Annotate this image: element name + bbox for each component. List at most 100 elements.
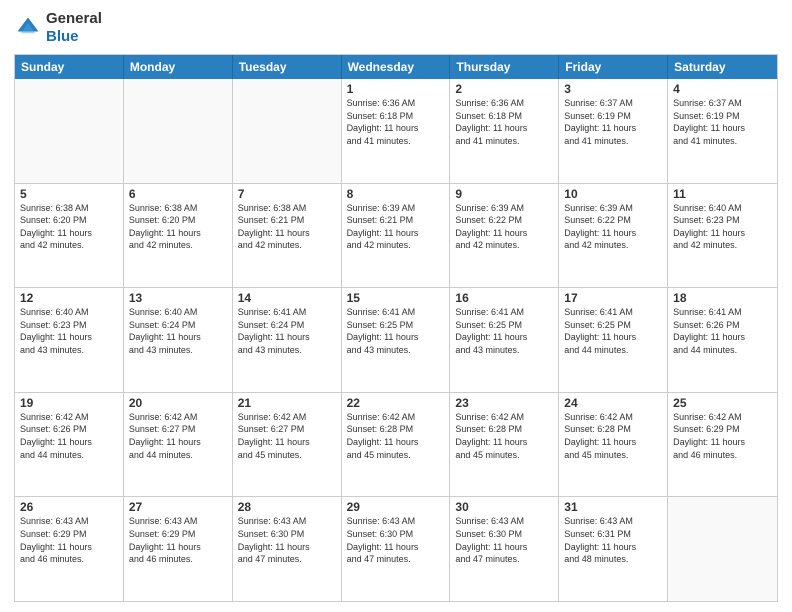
- day-cell-24: 24Sunrise: 6:42 AM Sunset: 6:28 PM Dayli…: [559, 393, 668, 497]
- day-number: 26: [20, 500, 118, 514]
- day-cell-29: 29Sunrise: 6:43 AM Sunset: 6:30 PM Dayli…: [342, 497, 451, 601]
- day-number: 24: [564, 396, 662, 410]
- day-info: Sunrise: 6:42 AM Sunset: 6:26 PM Dayligh…: [20, 411, 118, 461]
- day-number: 19: [20, 396, 118, 410]
- day-info: Sunrise: 6:43 AM Sunset: 6:29 PM Dayligh…: [20, 515, 118, 565]
- header: General Blue: [14, 10, 778, 46]
- page: General Blue SundayMondayTuesdayWednesda…: [0, 0, 792, 612]
- empty-cell: [668, 497, 777, 601]
- day-number: 5: [20, 187, 118, 201]
- day-number: 1: [347, 82, 445, 96]
- header-day-monday: Monday: [124, 55, 233, 79]
- day-number: 31: [564, 500, 662, 514]
- day-number: 14: [238, 291, 336, 305]
- calendar-row-0: 1Sunrise: 6:36 AM Sunset: 6:18 PM Daylig…: [15, 79, 777, 183]
- day-number: 6: [129, 187, 227, 201]
- day-cell-12: 12Sunrise: 6:40 AM Sunset: 6:23 PM Dayli…: [15, 288, 124, 392]
- day-info: Sunrise: 6:42 AM Sunset: 6:29 PM Dayligh…: [673, 411, 772, 461]
- day-info: Sunrise: 6:43 AM Sunset: 6:30 PM Dayligh…: [238, 515, 336, 565]
- calendar-body: 1Sunrise: 6:36 AM Sunset: 6:18 PM Daylig…: [15, 79, 777, 601]
- day-cell-25: 25Sunrise: 6:42 AM Sunset: 6:29 PM Dayli…: [668, 393, 777, 497]
- header-day-wednesday: Wednesday: [342, 55, 451, 79]
- day-number: 30: [455, 500, 553, 514]
- day-cell-30: 30Sunrise: 6:43 AM Sunset: 6:30 PM Dayli…: [450, 497, 559, 601]
- day-cell-13: 13Sunrise: 6:40 AM Sunset: 6:24 PM Dayli…: [124, 288, 233, 392]
- day-info: Sunrise: 6:37 AM Sunset: 6:19 PM Dayligh…: [564, 97, 662, 147]
- calendar-header: SundayMondayTuesdayWednesdayThursdayFrid…: [15, 55, 777, 79]
- day-info: Sunrise: 6:36 AM Sunset: 6:18 PM Dayligh…: [455, 97, 553, 147]
- day-number: 28: [238, 500, 336, 514]
- header-day-saturday: Saturday: [668, 55, 777, 79]
- day-cell-17: 17Sunrise: 6:41 AM Sunset: 6:25 PM Dayli…: [559, 288, 668, 392]
- empty-cell: [233, 79, 342, 183]
- day-cell-19: 19Sunrise: 6:42 AM Sunset: 6:26 PM Dayli…: [15, 393, 124, 497]
- logo-text: General Blue: [46, 10, 102, 46]
- day-cell-4: 4Sunrise: 6:37 AM Sunset: 6:19 PM Daylig…: [668, 79, 777, 183]
- day-info: Sunrise: 6:41 AM Sunset: 6:25 PM Dayligh…: [455, 306, 553, 356]
- day-cell-10: 10Sunrise: 6:39 AM Sunset: 6:22 PM Dayli…: [559, 184, 668, 288]
- day-number: 11: [673, 187, 772, 201]
- day-number: 22: [347, 396, 445, 410]
- day-cell-16: 16Sunrise: 6:41 AM Sunset: 6:25 PM Dayli…: [450, 288, 559, 392]
- day-info: Sunrise: 6:39 AM Sunset: 6:22 PM Dayligh…: [455, 202, 553, 252]
- day-cell-21: 21Sunrise: 6:42 AM Sunset: 6:27 PM Dayli…: [233, 393, 342, 497]
- day-number: 9: [455, 187, 553, 201]
- day-info: Sunrise: 6:42 AM Sunset: 6:28 PM Dayligh…: [455, 411, 553, 461]
- day-cell-6: 6Sunrise: 6:38 AM Sunset: 6:20 PM Daylig…: [124, 184, 233, 288]
- day-cell-18: 18Sunrise: 6:41 AM Sunset: 6:26 PM Dayli…: [668, 288, 777, 392]
- day-info: Sunrise: 6:40 AM Sunset: 6:23 PM Dayligh…: [673, 202, 772, 252]
- day-info: Sunrise: 6:39 AM Sunset: 6:22 PM Dayligh…: [564, 202, 662, 252]
- day-info: Sunrise: 6:39 AM Sunset: 6:21 PM Dayligh…: [347, 202, 445, 252]
- day-cell-2: 2Sunrise: 6:36 AM Sunset: 6:18 PM Daylig…: [450, 79, 559, 183]
- day-number: 17: [564, 291, 662, 305]
- day-number: 3: [564, 82, 662, 96]
- day-info: Sunrise: 6:37 AM Sunset: 6:19 PM Dayligh…: [673, 97, 772, 147]
- empty-cell: [15, 79, 124, 183]
- day-cell-26: 26Sunrise: 6:43 AM Sunset: 6:29 PM Dayli…: [15, 497, 124, 601]
- day-cell-14: 14Sunrise: 6:41 AM Sunset: 6:24 PM Dayli…: [233, 288, 342, 392]
- day-info: Sunrise: 6:40 AM Sunset: 6:24 PM Dayligh…: [129, 306, 227, 356]
- day-cell-7: 7Sunrise: 6:38 AM Sunset: 6:21 PM Daylig…: [233, 184, 342, 288]
- day-number: 7: [238, 187, 336, 201]
- day-info: Sunrise: 6:43 AM Sunset: 6:30 PM Dayligh…: [455, 515, 553, 565]
- day-cell-23: 23Sunrise: 6:42 AM Sunset: 6:28 PM Dayli…: [450, 393, 559, 497]
- day-number: 16: [455, 291, 553, 305]
- day-info: Sunrise: 6:43 AM Sunset: 6:30 PM Dayligh…: [347, 515, 445, 565]
- day-info: Sunrise: 6:42 AM Sunset: 6:27 PM Dayligh…: [129, 411, 227, 461]
- day-cell-28: 28Sunrise: 6:43 AM Sunset: 6:30 PM Dayli…: [233, 497, 342, 601]
- calendar: SundayMondayTuesdayWednesdayThursdayFrid…: [14, 54, 778, 602]
- header-day-tuesday: Tuesday: [233, 55, 342, 79]
- day-number: 15: [347, 291, 445, 305]
- day-cell-8: 8Sunrise: 6:39 AM Sunset: 6:21 PM Daylig…: [342, 184, 451, 288]
- empty-cell: [124, 79, 233, 183]
- day-number: 8: [347, 187, 445, 201]
- day-cell-27: 27Sunrise: 6:43 AM Sunset: 6:29 PM Dayli…: [124, 497, 233, 601]
- day-cell-3: 3Sunrise: 6:37 AM Sunset: 6:19 PM Daylig…: [559, 79, 668, 183]
- day-info: Sunrise: 6:41 AM Sunset: 6:25 PM Dayligh…: [347, 306, 445, 356]
- day-info: Sunrise: 6:38 AM Sunset: 6:20 PM Dayligh…: [129, 202, 227, 252]
- calendar-row-3: 19Sunrise: 6:42 AM Sunset: 6:26 PM Dayli…: [15, 392, 777, 497]
- header-day-thursday: Thursday: [450, 55, 559, 79]
- day-cell-1: 1Sunrise: 6:36 AM Sunset: 6:18 PM Daylig…: [342, 79, 451, 183]
- day-info: Sunrise: 6:40 AM Sunset: 6:23 PM Dayligh…: [20, 306, 118, 356]
- day-cell-9: 9Sunrise: 6:39 AM Sunset: 6:22 PM Daylig…: [450, 184, 559, 288]
- day-number: 10: [564, 187, 662, 201]
- day-number: 12: [20, 291, 118, 305]
- day-number: 13: [129, 291, 227, 305]
- day-cell-20: 20Sunrise: 6:42 AM Sunset: 6:27 PM Dayli…: [124, 393, 233, 497]
- day-info: Sunrise: 6:42 AM Sunset: 6:27 PM Dayligh…: [238, 411, 336, 461]
- day-info: Sunrise: 6:38 AM Sunset: 6:20 PM Dayligh…: [20, 202, 118, 252]
- day-info: Sunrise: 6:41 AM Sunset: 6:25 PM Dayligh…: [564, 306, 662, 356]
- day-info: Sunrise: 6:41 AM Sunset: 6:24 PM Dayligh…: [238, 306, 336, 356]
- calendar-row-1: 5Sunrise: 6:38 AM Sunset: 6:20 PM Daylig…: [15, 183, 777, 288]
- day-info: Sunrise: 6:38 AM Sunset: 6:21 PM Dayligh…: [238, 202, 336, 252]
- day-info: Sunrise: 6:36 AM Sunset: 6:18 PM Dayligh…: [347, 97, 445, 147]
- day-number: 29: [347, 500, 445, 514]
- day-number: 18: [673, 291, 772, 305]
- calendar-row-4: 26Sunrise: 6:43 AM Sunset: 6:29 PM Dayli…: [15, 496, 777, 601]
- day-info: Sunrise: 6:43 AM Sunset: 6:31 PM Dayligh…: [564, 515, 662, 565]
- day-info: Sunrise: 6:42 AM Sunset: 6:28 PM Dayligh…: [347, 411, 445, 461]
- day-number: 27: [129, 500, 227, 514]
- day-cell-31: 31Sunrise: 6:43 AM Sunset: 6:31 PM Dayli…: [559, 497, 668, 601]
- logo-icon: [14, 14, 42, 42]
